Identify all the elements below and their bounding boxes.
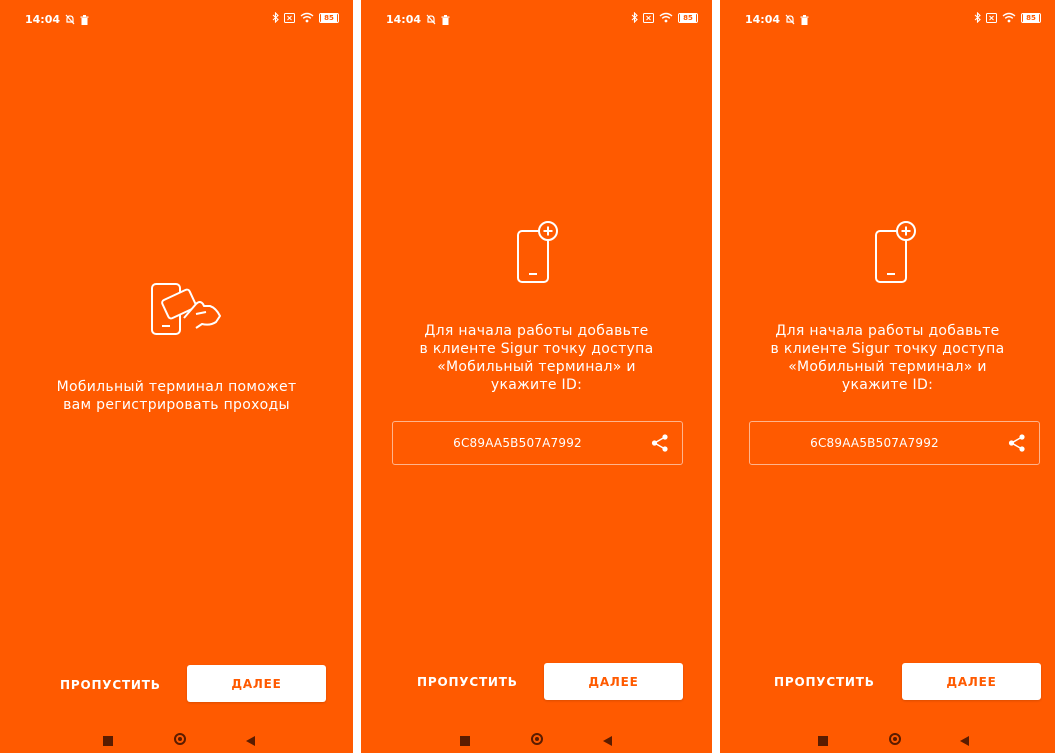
bell-off-icon (426, 14, 436, 25)
bluetooth-icon (631, 12, 638, 23)
bell-off-icon (785, 14, 795, 25)
status-bar: 14:04 85 (361, 10, 712, 28)
trash-icon (80, 14, 89, 25)
bell-off-icon (65, 14, 75, 25)
skip-button[interactable]: ПРОПУСТИТЬ (60, 678, 161, 692)
skip-button[interactable]: ПРОПУСТИТЬ (417, 675, 518, 689)
status-time: 14:04 (745, 13, 781, 26)
status-bar: 14:04 85 (720, 10, 1055, 28)
onboarding-message: Мобильный терминал поможет вам регистрир… (56, 379, 297, 413)
no-sim-icon (643, 12, 654, 23)
onboarding-screen-3: 14:04 85 Для начала работы добавьте в кл… (720, 0, 1055, 753)
battery-icon: 85 (678, 12, 698, 23)
onboarding-message: Для начала работы добавьте в клиенте Sig… (419, 323, 654, 393)
trash-icon (441, 14, 450, 25)
wifi-icon (1002, 12, 1016, 23)
onboarding-message: Для начала работы добавьте в клиенте Sig… (770, 323, 1005, 393)
device-id-value: 6C89AA5B507A7992 (810, 436, 939, 450)
battery-level: 85 (680, 13, 696, 22)
no-sim-icon (986, 12, 997, 23)
back-icon[interactable] (246, 736, 255, 746)
home-icon[interactable] (531, 733, 543, 745)
recent-apps-icon[interactable] (103, 736, 113, 746)
back-icon[interactable] (960, 736, 969, 746)
home-icon[interactable] (889, 733, 901, 745)
bluetooth-icon (272, 12, 279, 23)
status-time: 14:04 (386, 13, 422, 26)
next-button[interactable]: ДАЛЕЕ (544, 663, 683, 700)
device-id-field: 6C89AA5B507A7992 (749, 421, 1040, 465)
system-nav-bar (0, 727, 353, 753)
wifi-icon (300, 12, 314, 23)
skip-button[interactable]: ПРОПУСТИТЬ (774, 675, 875, 689)
battery-icon: 85 (1021, 12, 1041, 23)
share-icon[interactable] (1007, 433, 1027, 453)
onboarding-screen-2: 14:04 85 Для начала работы добавьте в кл… (361, 0, 712, 753)
bluetooth-icon (974, 12, 981, 23)
share-icon[interactable] (650, 433, 670, 453)
phone-add-icon (517, 221, 558, 283)
device-id-field: 6C89AA5B507A7992 (392, 421, 683, 465)
back-icon[interactable] (603, 736, 612, 746)
trash-icon (800, 14, 809, 25)
no-sim-icon (284, 12, 295, 23)
system-nav-bar (720, 727, 1055, 753)
next-button[interactable]: ДАЛЕЕ (902, 663, 1041, 700)
onboarding-screen-1: 14:04 85 Мобильный терминал поможет вам … (0, 0, 353, 753)
status-bar: 14:04 85 (0, 10, 353, 28)
system-nav-bar (361, 727, 712, 753)
battery-level: 85 (1023, 13, 1039, 22)
phone-card-tap-icon (151, 283, 221, 335)
next-button[interactable]: ДАЛЕЕ (187, 665, 326, 702)
status-time: 14:04 (25, 13, 61, 26)
recent-apps-icon[interactable] (818, 736, 828, 746)
battery-icon: 85 (319, 12, 339, 23)
wifi-icon (659, 12, 673, 23)
recent-apps-icon[interactable] (460, 736, 470, 746)
device-id-value: 6C89AA5B507A7992 (453, 436, 582, 450)
phone-add-icon (875, 221, 916, 283)
battery-level: 85 (321, 13, 337, 22)
home-icon[interactable] (174, 733, 186, 745)
